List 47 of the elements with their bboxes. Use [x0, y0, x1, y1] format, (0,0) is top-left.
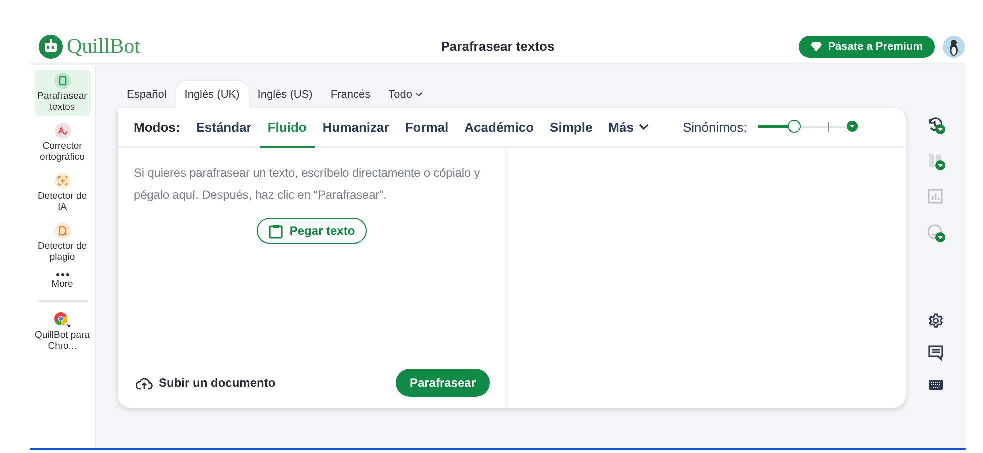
tool-icon — [54, 223, 70, 239]
premium-badge-icon — [847, 121, 858, 132]
language-tab[interactable]: Inglés (UK) — [176, 81, 249, 108]
mode-tab[interactable]: Estándar — [188, 108, 260, 148]
premium-button[interactable]: Pásate a Premium — [799, 36, 935, 58]
page-title: Parafrasear textos — [441, 39, 555, 54]
language-tab[interactable]: Francés — [322, 81, 380, 108]
toolbar-button[interactable] — [928, 377, 944, 393]
extension-item[interactable]: QuillBot para Chro... — [34, 309, 90, 355]
mode-tab[interactable]: Académico — [456, 108, 542, 148]
upload-button[interactable]: Subir un documento — [134, 376, 276, 390]
tool-icon — [54, 123, 70, 139]
slider-thumb[interactable] — [788, 120, 802, 133]
robot-logo-icon — [39, 34, 63, 58]
toolbar-button[interactable] — [928, 345, 944, 361]
mode-tab[interactable]: Simple — [542, 108, 601, 148]
sidebar-item[interactable]: Corrector ortográfico — [34, 120, 90, 166]
logo-text: QuillBot — [67, 34, 141, 59]
paraphrase-button[interactable]: Parafrasear — [396, 369, 490, 397]
diamond-icon — [811, 42, 822, 52]
sidebar-item[interactable]: Parafrasear textos — [34, 70, 90, 116]
input-placeholder[interactable]: Si quieres parafrasear un texto, escríbelo directamente o cópialo y pégalo aquí. Después, haz clic en “Parafrasear”. — [134, 162, 490, 206]
more-modes-dropdown[interactable]: Más — [600, 108, 657, 148]
mode-tab[interactable]: Humanizar — [314, 108, 398, 148]
toolbar-button[interactable] — [926, 115, 946, 135]
language-dropdown[interactable]: Todo — [380, 81, 432, 108]
mode-tab[interactable]: Fluido — [260, 108, 315, 148]
modes-label: Modos: — [134, 118, 180, 136]
tool-icon — [54, 73, 70, 89]
paste-button[interactable]: Pegar texto — [256, 218, 368, 244]
tool-icon — [54, 173, 70, 189]
sidebar-item[interactable]: Detector de IA — [34, 170, 90, 216]
avatar[interactable] — [943, 36, 965, 58]
language-tab[interactable]: Inglés (US) — [248, 81, 322, 108]
more-icon — [56, 273, 70, 277]
chevron-down-icon — [415, 92, 424, 97]
synonyms-slider[interactable] — [758, 120, 858, 134]
cloud-upload-icon — [136, 376, 153, 390]
sidebar-item[interactable]: Detector de plagio — [34, 220, 90, 266]
chevron-down-icon — [638, 124, 649, 130]
language-tab[interactable]: Español — [118, 81, 176, 108]
synonyms-label: Sinónimos: — [682, 118, 748, 136]
toolbar-button[interactable] — [928, 313, 944, 329]
clipboard-icon — [268, 224, 283, 238]
more-item[interactable]: More — [34, 270, 90, 293]
mode-tab[interactable]: Formal — [397, 108, 457, 148]
browser-icon — [54, 312, 72, 328]
